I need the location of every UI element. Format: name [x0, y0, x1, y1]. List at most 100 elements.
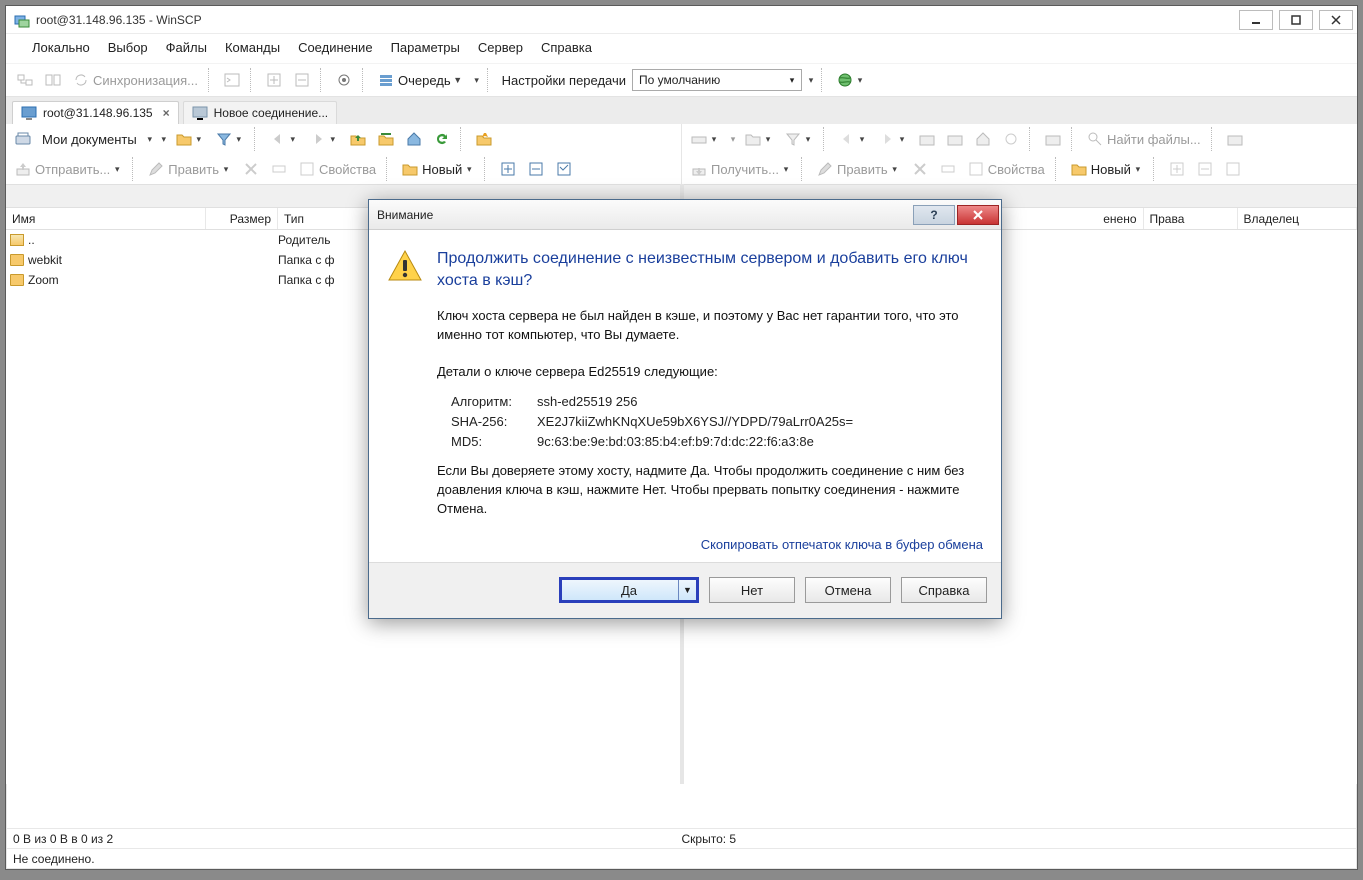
edit-button[interactable]: Править▾ [143, 157, 236, 181]
settings-icon[interactable] [331, 68, 357, 92]
menu-files[interactable]: Файлы [158, 36, 215, 59]
remove-icon[interactable] [289, 68, 315, 92]
sync-button[interactable]: Синхронизация... [68, 68, 203, 92]
queue-button[interactable]: Очередь▼ [373, 68, 468, 92]
remote-delete-icon[interactable] [907, 157, 933, 181]
select-all-icon[interactable] [495, 157, 521, 181]
filter-icon[interactable]: ▾ [211, 127, 249, 151]
copy-fingerprint-link[interactable]: Скопировать отпечаток ключа в буфер обме… [437, 537, 983, 552]
remote-bookmark-icon[interactable] [1040, 127, 1066, 151]
menu-options[interactable]: Параметры [383, 36, 468, 59]
transfer-preset-dropdown[interactable]: ▾ [806, 75, 816, 86]
close-button[interactable] [1319, 10, 1353, 30]
remote-rename-icon[interactable] [935, 157, 961, 181]
yes-button[interactable]: Да▼ [559, 577, 699, 603]
bookmark-icon[interactable] [471, 127, 497, 151]
remote-edit-button[interactable]: Править▾ [812, 157, 905, 181]
find-files-button[interactable]: Найти файлы... [1082, 127, 1206, 151]
menu-connection[interactable]: Соединение [290, 36, 381, 59]
menu-server[interactable]: Сервер [470, 36, 531, 59]
up-folder-icon[interactable] [345, 127, 371, 151]
transfer-preset-combo[interactable]: По умолчанию▾ [632, 69, 802, 91]
left-location-dropdown[interactable]: ▾ [145, 134, 155, 145]
warning-icon [387, 248, 423, 284]
session-tab-active[interactable]: root@31.148.96.135 × [12, 101, 179, 124]
compare-icon[interactable] [40, 68, 66, 92]
chevron-down-icon[interactable]: ▼ [678, 580, 696, 600]
remote-drive-icon[interactable]: ▾ [686, 127, 724, 151]
rename-icon[interactable] [266, 157, 292, 181]
cancel-button[interactable]: Отмена [805, 577, 891, 603]
col-name[interactable]: Имя [6, 208, 206, 229]
left-location-dropdown2[interactable]: ▾ [159, 134, 169, 145]
sha256-label: SHA-256: [451, 412, 537, 432]
dialog-help-button[interactable]: ? [913, 205, 955, 225]
dialog-title-bar[interactable]: Внимание ? [369, 200, 1001, 230]
remote-invert-sel-icon[interactable] [1220, 157, 1246, 181]
globe-icon[interactable]: ▾ [832, 68, 870, 92]
open-folder-icon[interactable]: ▾ [171, 127, 209, 151]
col-size[interactable]: Размер [206, 208, 278, 229]
dialog-paragraph: Если Вы доверяете этому хосту, надмите Д… [437, 462, 983, 519]
main-toolbar: Синхронизация... Очередь▼ ▾ Настройки пе… [6, 64, 1357, 96]
remote-bookmark2-icon[interactable] [1222, 127, 1248, 151]
menu-select[interactable]: Выбор [100, 36, 156, 59]
left-action-toolbar: Отправить...▾ Править▾ Свойства Новый▾ [6, 154, 681, 184]
menu-commands[interactable]: Команды [217, 36, 288, 59]
root-folder-icon[interactable] [373, 127, 399, 151]
remote-dd2[interactable]: ▾ [728, 134, 738, 145]
remote-filter-icon[interactable]: ▾ [780, 127, 818, 151]
home-icon[interactable] [401, 127, 427, 151]
new-button[interactable]: Новый▾ [397, 157, 479, 181]
back-icon[interactable]: ▾ [265, 127, 303, 151]
remote-select-all-icon[interactable] [1164, 157, 1190, 181]
algorithm-value: ssh-ed25519 256 [537, 392, 983, 412]
download-button[interactable]: Получить...▾ [686, 157, 796, 181]
unselect-all-icon[interactable] [523, 157, 549, 181]
help-button[interactable]: Справка [901, 577, 987, 603]
remote-properties-button[interactable]: Свойства [963, 157, 1050, 181]
new-session-tab[interactable]: Новое соединение... [183, 101, 338, 124]
remote-back-icon[interactable]: ▾ [834, 127, 872, 151]
host-key-dialog: Внимание ? Продолжить соединение с неизв… [368, 199, 1002, 619]
remote-unselect-all-icon[interactable] [1192, 157, 1218, 181]
menu-help[interactable]: Справка [533, 36, 600, 59]
menu-bar: Локально Выбор Файлы Команды Соединение … [6, 34, 1357, 64]
key-details: Алгоритм:ssh-ed25519 256 SHA-256:XE2J7ki… [451, 392, 983, 452]
properties-button[interactable]: Свойства [294, 157, 381, 181]
forward-icon[interactable]: ▾ [305, 127, 343, 151]
queue-dropdown[interactable]: ▾ [472, 75, 482, 86]
terminal-icon[interactable] [219, 68, 245, 92]
dialog-heading: Продолжить соединение с неизвестным серв… [437, 248, 983, 291]
remote-open-folder-icon[interactable]: ▾ [740, 127, 778, 151]
folder-icon [10, 274, 24, 286]
col-rights[interactable]: Права [1144, 208, 1238, 229]
upload-button[interactable]: Отправить...▾ [10, 157, 127, 181]
remote-refresh-icon[interactable] [998, 127, 1024, 151]
md5-label: MD5: [451, 432, 537, 452]
drive-icon[interactable] [10, 127, 36, 151]
parent-folder-icon [10, 234, 24, 246]
transfer-settings-label: Настройки передачи [502, 73, 626, 88]
remote-root-icon[interactable] [942, 127, 968, 151]
remote-forward-icon[interactable]: ▾ [874, 127, 912, 151]
invert-sel-icon[interactable] [551, 157, 577, 181]
remote-up-icon[interactable] [914, 127, 940, 151]
dialog-paragraph: Детали о ключе сервера Ed25519 следующие… [437, 363, 983, 382]
new-session-label: Новое соединение... [214, 106, 329, 120]
refresh-icon[interactable] [429, 127, 455, 151]
close-icon[interactable]: × [163, 106, 170, 120]
sync-browse-icon[interactable] [12, 68, 38, 92]
minimize-button[interactable] [1239, 10, 1273, 30]
add-icon[interactable] [261, 68, 287, 92]
menu-local[interactable]: Локально [24, 36, 98, 59]
delete-icon[interactable] [238, 157, 264, 181]
remote-home-icon[interactable] [970, 127, 996, 151]
no-button[interactable]: Нет [709, 577, 795, 603]
remote-new-button[interactable]: Новый▾ [1066, 157, 1148, 181]
dialog-close-button[interactable] [957, 205, 999, 225]
right-location-toolbar: ▾ ▾ ▾ ▾ ▾ ▾ Найти файлы... [682, 124, 1357, 154]
maximize-button[interactable] [1279, 10, 1313, 30]
winscp-window: root@31.148.96.135 - WinSCP Локально Выб… [5, 5, 1358, 870]
col-owner[interactable]: Владелец [1238, 208, 1358, 229]
